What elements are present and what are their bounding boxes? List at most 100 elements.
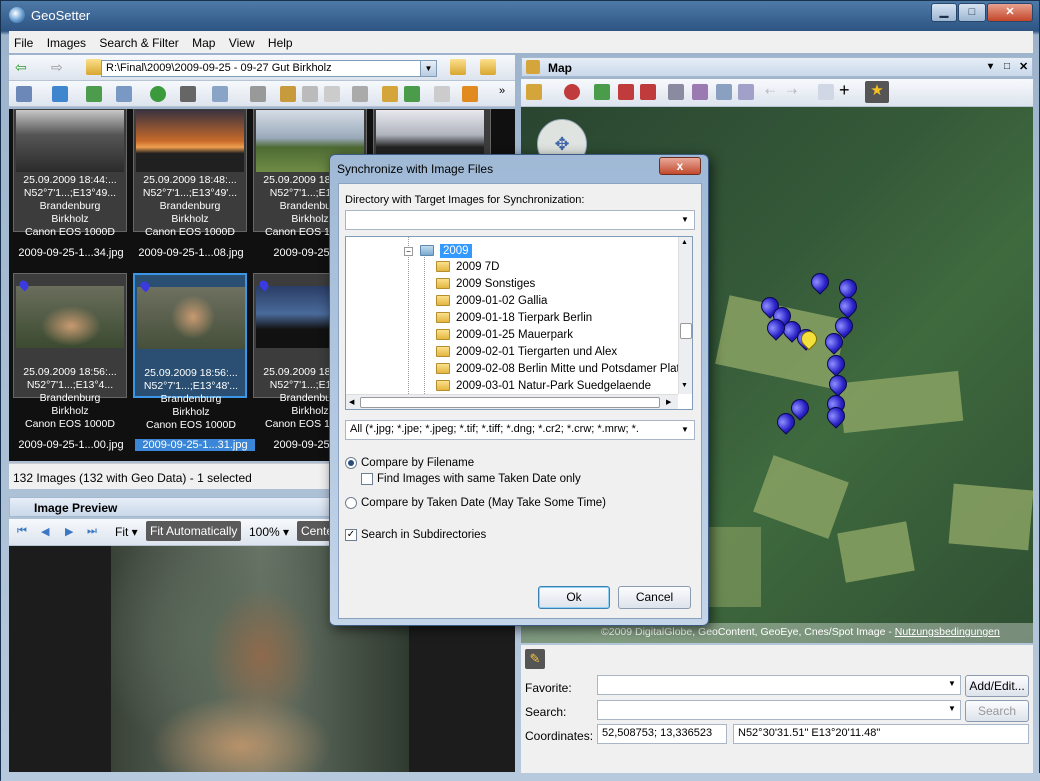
map-marker[interactable] — [807, 269, 833, 295]
ok-button[interactable]: Ok — [538, 586, 610, 609]
tree-horizontal-scrollbar[interactable]: ◀ ▶ — [346, 394, 678, 409]
tools-icon[interactable] — [404, 86, 420, 102]
horizontal-scroll-thumb[interactable] — [360, 397, 660, 408]
add-icon[interactable]: + — [839, 80, 850, 101]
tree-item[interactable]: 2009-03-01 Natur-Park Suedgelaende — [436, 378, 651, 395]
search-location-icon[interactable] — [738, 84, 754, 100]
menu-file[interactable]: File — [9, 31, 38, 50]
menu-view[interactable]: View — [224, 31, 260, 50]
folder-icon[interactable] — [86, 59, 102, 75]
zoom-dropdown[interactable]: 100% ▾ — [249, 525, 289, 539]
menu-search-filter[interactable]: Search & Filter — [94, 31, 183, 50]
pane-float-icon[interactable]: □ — [1004, 61, 1010, 72]
sync-icon[interactable] — [86, 86, 102, 102]
tree-item[interactable]: 2009-01-25 Mauerpark — [436, 327, 573, 344]
grid-icon[interactable] — [180, 86, 196, 102]
search-subdirectories-option[interactable]: ✓ Search in Subdirectories — [345, 529, 486, 541]
compare-by-taken-date-option[interactable]: Compare by Taken Date (May Take Some Tim… — [345, 497, 606, 509]
marker-prev-icon[interactable] — [594, 84, 610, 100]
view-mode-icon[interactable] — [16, 86, 32, 102]
directory-combo[interactable]: ▼ — [345, 210, 695, 230]
map-marker[interactable] — [835, 293, 861, 319]
fit-automatically-button[interactable]: Fit Automatically — [146, 521, 242, 541]
same-taken-date-option[interactable]: Find Images with same Taken Date only — [361, 473, 581, 485]
comment-icon[interactable] — [818, 84, 834, 100]
edit-icon[interactable] — [280, 86, 296, 102]
map-type-icon[interactable] — [526, 84, 542, 100]
cancel-button[interactable]: Cancel — [618, 586, 691, 609]
thumbnail[interactable]: 25.09.2009 18:56:... N52°7'1...;E13°4... B… — [13, 273, 127, 430]
next-image-icon[interactable]: ▶ — [65, 525, 73, 538]
search-button[interactable]: Search — [965, 700, 1029, 722]
pane-close-icon[interactable]: ✕ — [1019, 60, 1028, 73]
previous-image-icon[interactable]: ◀ — [41, 525, 49, 538]
favorite-select[interactable]: ▼ — [597, 675, 961, 695]
terms-link[interactable]: Nutzungsbedingungen — [895, 626, 1000, 638]
track-icon[interactable] — [668, 84, 684, 100]
thumbnail[interactable]: 25.09.2009 18:48:... N52°7'1...;E13°49'..… — [133, 109, 247, 238]
nav-back-icon[interactable]: ⇠ — [765, 84, 775, 98]
coordinates-decimal-field[interactable]: 52,508753; 13,336523 — [597, 724, 727, 744]
tree-item-selected[interactable]: 2009 — [420, 243, 472, 258]
thumbnail-selected[interactable]: 25.09.2009 18:56:... N52°7'1...;E13°48'..… — [133, 273, 247, 431]
pencil-icon[interactable]: ✎ — [525, 649, 545, 669]
paste-icon[interactable] — [324, 86, 340, 102]
scroll-left-icon[interactable]: ◀ — [349, 398, 354, 406]
tree-vertical-scrollbar[interactable]: ▲ ▼ — [678, 237, 692, 394]
dialog-close-button[interactable]: x — [659, 157, 701, 175]
folder-lock-icon[interactable] — [450, 59, 466, 75]
frame-icon[interactable] — [250, 86, 266, 102]
marker-set-icon[interactable] — [640, 84, 656, 100]
tree-item[interactable]: 2009 Sonstiges — [436, 276, 535, 293]
coordinates-dms-field[interactable]: N52°30'31.51" E13°20'11.48" — [733, 724, 1029, 744]
copy-icon[interactable] — [302, 86, 318, 102]
menu-images[interactable]: Images — [42, 31, 91, 50]
forward-icon[interactable]: ⇨ — [51, 59, 63, 76]
marker-next-icon[interactable] — [618, 84, 634, 100]
refresh-icon[interactable] — [150, 86, 166, 102]
folder-open-icon[interactable] — [480, 59, 496, 75]
scroll-right-icon[interactable]: ▶ — [666, 398, 671, 406]
directory-tree[interactable]: − 2009 2009 7D 2009 Sonstiges 2009-01-02… — [345, 236, 693, 410]
info-icon[interactable] — [462, 86, 478, 102]
fit-dropdown[interactable]: Fit ▾ — [115, 525, 138, 539]
overflow-icon[interactable]: » — [499, 85, 505, 97]
import-icon[interactable] — [52, 86, 68, 102]
tree-item[interactable]: 2009 7D — [436, 259, 499, 276]
tree-item[interactable]: 2009-01-02 Gallia — [436, 293, 547, 310]
nav-forward-icon[interactable]: ⇢ — [787, 84, 797, 98]
vertical-scroll-thumb[interactable] — [680, 323, 692, 339]
close-button[interactable]: ✕ — [987, 3, 1033, 22]
waypoint-icon[interactable] — [716, 84, 732, 100]
maximize-button[interactable]: □ — [958, 3, 986, 22]
file-type-filter[interactable]: All (*.jpg; *.jpe; *.jpeg; *.tif; *.tiff… — [345, 420, 695, 440]
tree-item[interactable]: 2009-02-08 Berlin Mitte und Potsdamer Pl… — [436, 361, 685, 378]
first-image-icon[interactable]: ⏮ — [17, 525, 27, 538]
scroll-down-icon[interactable]: ▼ — [681, 382, 688, 389]
tree-item[interactable]: 2009-01-18 Tierpark Berlin — [436, 310, 592, 327]
menu-help[interactable]: Help — [263, 31, 298, 50]
path-dropdown[interactable]: ▼ — [420, 61, 436, 76]
compare-by-filename-option[interactable]: Compare by Filename — [345, 457, 474, 469]
path-input[interactable]: R:\Final\2009\2009-09-25 - 09-27 Gut Bir… — [101, 60, 437, 77]
favorite-star-icon[interactable]: ★ — [865, 81, 889, 103]
last-image-icon[interactable]: ⏭ — [87, 525, 97, 538]
minimize-button[interactable]: ▁ — [931, 3, 957, 22]
undo-icon[interactable] — [434, 86, 450, 102]
tree-item[interactable]: 2009-02-01 Tiergarten und Alex — [436, 344, 617, 361]
filter-icon[interactable] — [212, 86, 228, 102]
marker-icon[interactable] — [564, 84, 580, 100]
scroll-up-icon[interactable]: ▲ — [681, 239, 688, 246]
search-select[interactable]: ▼ — [597, 700, 961, 720]
menu-map[interactable]: Map — [187, 31, 220, 50]
folder-icon — [436, 346, 450, 358]
add-edit-button[interactable]: Add/Edit... — [965, 675, 1029, 697]
route-icon[interactable] — [692, 84, 708, 100]
tree-collapse-icon[interactable]: − — [404, 247, 413, 256]
back-icon[interactable]: ⇦ — [15, 59, 27, 76]
thumbnail[interactable]: 25.09.2009 18:44:... N52°7'1...;E13°49...… — [13, 109, 127, 238]
sort-icon[interactable] — [116, 86, 132, 102]
map-icon[interactable] — [382, 86, 398, 102]
paste-special-icon[interactable] — [352, 86, 368, 102]
pane-menu-icon[interactable]: ▾ — [988, 61, 993, 72]
